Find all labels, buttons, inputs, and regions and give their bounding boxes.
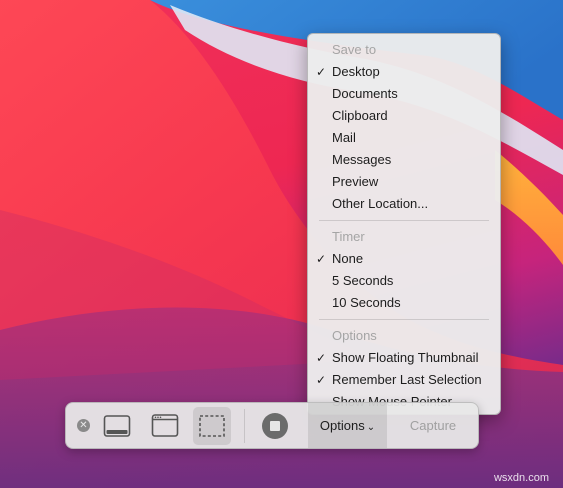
menu-item-label: Other Location... bbox=[332, 196, 429, 211]
checkmark-icon: ✓ bbox=[316, 65, 327, 79]
capture-entire-screen-button[interactable] bbox=[98, 407, 136, 445]
close-toolbar-button[interactable]: ✕ bbox=[77, 419, 90, 432]
selection-marquee-icon bbox=[199, 415, 225, 437]
menu-item-label: Clipboard bbox=[332, 108, 388, 123]
toolbar-divider bbox=[244, 409, 245, 443]
menu-item[interactable]: Documents bbox=[308, 83, 500, 105]
options-menu: Save to ✓ Desktop Documents Clipboard Mail Mes… bbox=[307, 33, 501, 415]
menu-item-label: Show Floating Thumbnail bbox=[332, 350, 479, 365]
menu-item[interactable]: ✓ Remember Last Selection bbox=[308, 369, 500, 391]
menu-item[interactable]: ✓ Show Floating Thumbnail bbox=[308, 347, 500, 369]
menu-item-label: 10 Seconds bbox=[332, 295, 401, 310]
menu-item[interactable]: 5 Seconds bbox=[308, 270, 500, 292]
menu-item-label: Mail bbox=[332, 130, 356, 145]
menu-separator bbox=[319, 220, 489, 221]
window-icon bbox=[151, 414, 179, 437]
menu-item[interactable]: 10 Seconds bbox=[308, 292, 500, 314]
checkmark-icon: ✓ bbox=[316, 373, 327, 387]
capture-selected-portion-button[interactable] bbox=[193, 407, 231, 445]
menu-item-label: Remember Last Selection bbox=[332, 372, 482, 387]
menu-item-label: 5 Seconds bbox=[332, 273, 394, 288]
menu-item-label: Messages bbox=[332, 152, 392, 167]
chevron-down-icon: ⌄ bbox=[366, 422, 376, 433]
record-screen-button[interactable] bbox=[256, 407, 294, 445]
menu-item[interactable]: Preview bbox=[308, 171, 500, 193]
menu-item[interactable]: Messages bbox=[308, 149, 500, 171]
options-button[interactable]: Options ⌄ bbox=[308, 403, 387, 448]
menu-section-header-label: Timer bbox=[332, 229, 365, 244]
checkmark-icon: ✓ bbox=[316, 252, 327, 266]
entire-screen-icon bbox=[103, 415, 131, 437]
capture-button[interactable]: Capture bbox=[388, 403, 478, 448]
menu-separator bbox=[319, 319, 489, 320]
record-icon bbox=[262, 413, 288, 439]
menu-section-header: Options bbox=[308, 325, 500, 347]
menu-item[interactable]: Other Location... bbox=[308, 193, 500, 215]
checkmark-icon: ✓ bbox=[316, 351, 327, 365]
menu-item-label: Desktop bbox=[332, 64, 380, 79]
options-button-label: Options bbox=[319, 418, 365, 433]
menu-section-header: Save to bbox=[308, 39, 500, 61]
menu-item[interactable]: ✓ None bbox=[308, 248, 500, 270]
menu-item-label: Documents bbox=[332, 86, 398, 101]
menu-section-header-label: Options bbox=[332, 328, 377, 343]
menu-section-header-label: Save to bbox=[332, 42, 377, 57]
menu-item-label: None bbox=[332, 251, 364, 266]
menu-item[interactable]: Clipboard bbox=[308, 105, 500, 127]
menu-section-header: Timer bbox=[308, 226, 500, 248]
screenshot-toolbar: ✕ Options ⌄ Capture bbox=[65, 402, 479, 449]
menu-item[interactable]: Mail bbox=[308, 127, 500, 149]
capture-window-button[interactable] bbox=[146, 407, 184, 445]
menu-item-label: Preview bbox=[332, 174, 379, 189]
menu-item[interactable]: ✓ Desktop bbox=[308, 61, 500, 83]
watermark: wsxdn.com bbox=[493, 472, 549, 484]
